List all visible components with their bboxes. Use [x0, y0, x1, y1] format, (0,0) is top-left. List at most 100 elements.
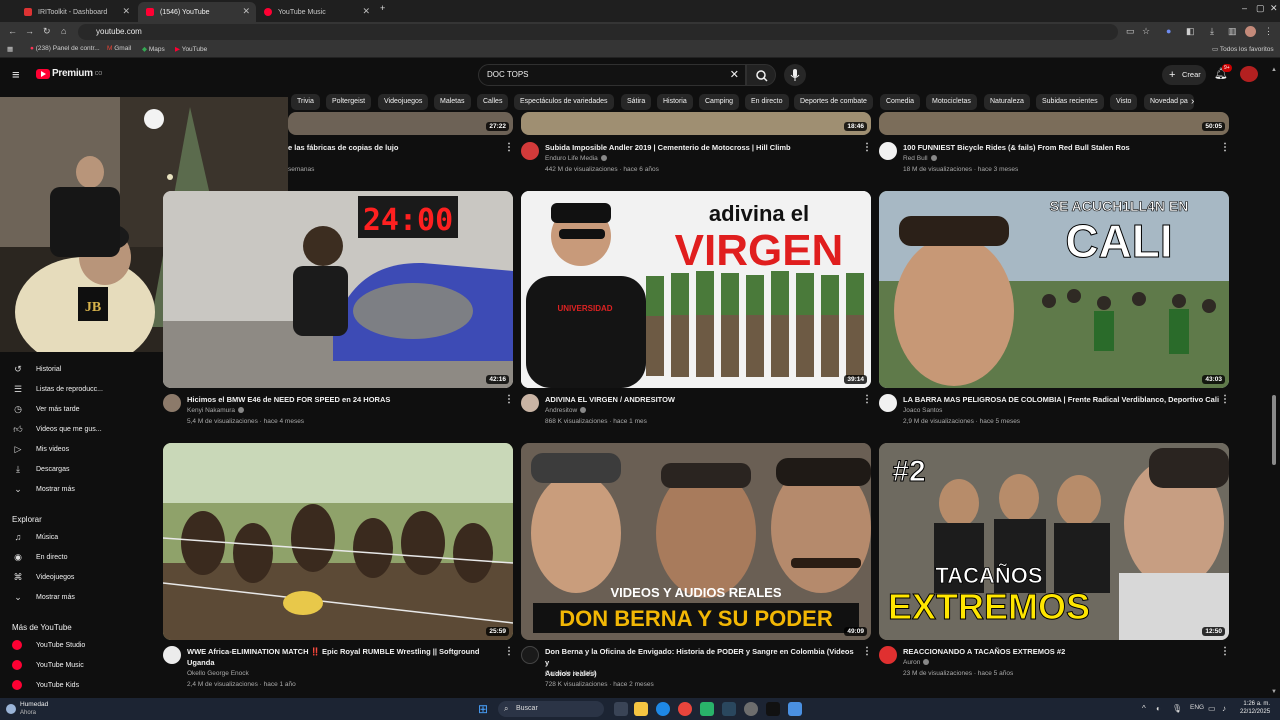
- video-thumbnail[interactable]: #2 TACAÑOS EXTREMOS 12:50: [879, 443, 1229, 640]
- channel-name[interactable]: Auron: [903, 657, 930, 668]
- scroll-down-icon[interactable]: ▼: [1271, 689, 1277, 695]
- file-explorer-icon[interactable]: [634, 702, 648, 716]
- new-tab-icon[interactable]: +: [380, 3, 385, 13]
- channel-name[interactable]: Joaco Santos: [903, 405, 942, 416]
- video-title[interactable]: 100 FUNNIEST Bicycle Rides (& fails) Fro…: [903, 142, 1130, 153]
- close-tab-icon[interactable]: ✕: [362, 6, 370, 17]
- more-options-icon[interactable]: ⋮: [862, 646, 872, 657]
- sidebar-item[interactable]: ◷ Ver más tarde: [12, 402, 80, 416]
- video-thumbnail[interactable]: 18:46: [521, 112, 871, 135]
- tiktok-icon[interactable]: [766, 702, 780, 716]
- more-options-icon[interactable]: ⋮: [504, 142, 514, 153]
- close-window-icon[interactable]: ✕: [1270, 3, 1278, 14]
- extensions-puzzle-icon[interactable]: ◧: [1186, 26, 1195, 37]
- video-thumbnail[interactable]: SE ACUCH1LL4N EN CALI 43:03: [879, 191, 1229, 388]
- voice-search-button[interactable]: [784, 64, 806, 86]
- tab-youtube-music[interactable]: YouTube Music ✕: [256, 2, 376, 22]
- channel-avatar[interactable]: [879, 142, 897, 160]
- filter-chip[interactable]: Videojuegos: [378, 94, 429, 110]
- sidebar-item[interactable]: ⌄ Mostrar más: [12, 482, 75, 496]
- filter-chip[interactable]: Maletas: [434, 94, 471, 110]
- back-icon[interactable]: ←: [8, 26, 17, 36]
- sidebar-item[interactable]: YouTube Studio: [12, 638, 85, 652]
- filter-chip[interactable]: Poltergeist: [326, 94, 372, 110]
- page-scrollbar[interactable]: [1272, 395, 1276, 465]
- sidebar-item[interactable]: ▷ Mis videos: [12, 442, 70, 456]
- app-icon[interactable]: [788, 702, 802, 716]
- video-title[interactable]: Hicimos el BMW E46 de NEED FOR SPEED en …: [187, 394, 390, 405]
- more-options-icon[interactable]: ⋮: [504, 646, 514, 657]
- sidebar-item[interactable]: YouTube Kids: [12, 678, 79, 692]
- video-thumbnail[interactable]: 24:00 42:16: [163, 191, 513, 388]
- steam-icon[interactable]: [722, 702, 736, 716]
- filter-chip[interactable]: Subidas recientes: [1036, 94, 1104, 110]
- sidebar-item[interactable]: ↺ Historial: [12, 362, 61, 376]
- sidebar-item[interactable]: ◉ En directo: [12, 550, 67, 564]
- video-title[interactable]: ADIVINA EL VIRGEN / ANDRESITOW: [545, 394, 675, 405]
- more-options-icon[interactable]: ⋮: [1220, 394, 1230, 405]
- filter-chip[interactable]: En directo: [745, 94, 789, 110]
- filter-chip[interactable]: Visto: [1110, 94, 1138, 110]
- channel-avatar[interactable]: [879, 646, 897, 664]
- taskbar-search[interactable]: ⌕ Buscar: [498, 701, 604, 717]
- more-options-icon[interactable]: ⋮: [862, 394, 872, 405]
- video-thumbnail[interactable]: 27:22: [288, 112, 513, 135]
- tray-app-icon[interactable]: ◐: [1156, 704, 1161, 713]
- more-options-icon[interactable]: ⋮: [862, 142, 872, 153]
- notifications-bell-icon[interactable]: 🔔︎ 9+: [1214, 64, 1232, 80]
- channel-name[interactable]: Red Bull: [903, 153, 937, 164]
- filter-chip[interactable]: Comedia: [880, 94, 921, 110]
- sidebar-item[interactable]: ⤓ Descargas: [12, 462, 69, 476]
- filter-chip[interactable]: Motocicletas: [926, 94, 977, 110]
- filter-chip[interactable]: Novedad pa: [1144, 94, 1194, 110]
- tab-youtube[interactable]: (1546) YouTube ✕: [138, 2, 256, 22]
- video-title[interactable]: LA BARRA MAS PELIGROSA DE COLOMBIA | Fre…: [903, 394, 1219, 405]
- hamburger-menu-icon[interactable]: ≡: [12, 67, 20, 82]
- weather-widget[interactable]: Humedad Ahora: [6, 701, 48, 717]
- extension-icon[interactable]: ●: [1166, 26, 1171, 36]
- maximize-icon[interactable]: ▢: [1256, 3, 1265, 14]
- video-title[interactable]: e las fábricas de copias de lujo: [288, 142, 398, 153]
- bookmark-youtube[interactable]: ▶ YouTube: [175, 45, 207, 53]
- account-avatar[interactable]: [1240, 66, 1258, 82]
- tray-chevron-icon[interactable]: ^: [1142, 704, 1146, 713]
- obs-icon[interactable]: [744, 702, 758, 716]
- bookmark-gmail[interactable]: M Gmail: [107, 45, 131, 52]
- channel-name[interactable]: Canal de la Mafia: [545, 668, 596, 679]
- volume-icon[interactable]: ♪: [1222, 704, 1226, 713]
- bookmark-panel[interactable]: ● (238) Panel de contr...: [30, 45, 100, 52]
- filter-chip[interactable]: Naturaleza: [984, 94, 1030, 110]
- edge-icon[interactable]: [656, 702, 670, 716]
- channel-avatar[interactable]: [521, 646, 539, 664]
- video-thumbnail[interactable]: adivina el VIRGEN UNIVERSIDAD 39:14: [521, 191, 871, 388]
- video-thumbnail[interactable]: VIDEOS Y AUDIOS REALES DON BERNA Y SU PO…: [521, 443, 871, 640]
- youtube-premium-logo[interactable]: Premium CO: [36, 68, 102, 79]
- more-options-icon[interactable]: ⋮: [504, 394, 514, 405]
- filter-chip[interactable]: Deportes de combate: [794, 94, 873, 110]
- network-icon[interactable]: ▭: [1208, 704, 1216, 713]
- bookmark-maps[interactable]: ◆ Maps: [142, 45, 165, 53]
- sidebar-item[interactable]: ⌘ Videojuegos: [12, 570, 75, 584]
- video-title[interactable]: WWE Africa-ELIMINATION MATCH ‼️ Epic Roy…: [187, 646, 479, 668]
- channel-avatar[interactable]: [879, 394, 897, 412]
- home-icon[interactable]: ⌂: [61, 26, 66, 36]
- chips-next-icon[interactable]: ›: [1191, 96, 1194, 107]
- excel-icon[interactable]: [700, 702, 714, 716]
- channel-name[interactable]: Andresitow: [545, 405, 587, 416]
- chrome-icon[interactable]: [678, 702, 692, 716]
- sidebar-item[interactable]: 👍︎ Videos que me gus...: [12, 422, 101, 436]
- channel-avatar[interactable]: [521, 142, 539, 160]
- windows-start-icon[interactable]: ⊞: [478, 702, 492, 716]
- clock[interactable]: 1:26 a. m. 22/12/2025: [1240, 700, 1270, 716]
- sidebar-item[interactable]: YouTube Music: [12, 658, 84, 672]
- filter-chip[interactable]: Calles: [477, 94, 509, 110]
- filter-chip[interactable]: Historia: [657, 94, 693, 110]
- channel-avatar[interactable]: [163, 646, 181, 664]
- channel-avatar[interactable]: [521, 394, 539, 412]
- video-title[interactable]: REACCIONANDO A TACAÑOS EXTREMOS #2: [903, 646, 1065, 657]
- all-favorites[interactable]: ▭ Todos los favoritos: [1212, 45, 1274, 53]
- sidebar-item[interactable]: ☰ Listas de reproducc...: [12, 382, 103, 396]
- bookmark-star-icon[interactable]: ☆: [1142, 26, 1150, 37]
- channel-name[interactable]: Okello George Enock: [187, 668, 249, 679]
- filter-chip[interactable]: Camping: [699, 94, 740, 110]
